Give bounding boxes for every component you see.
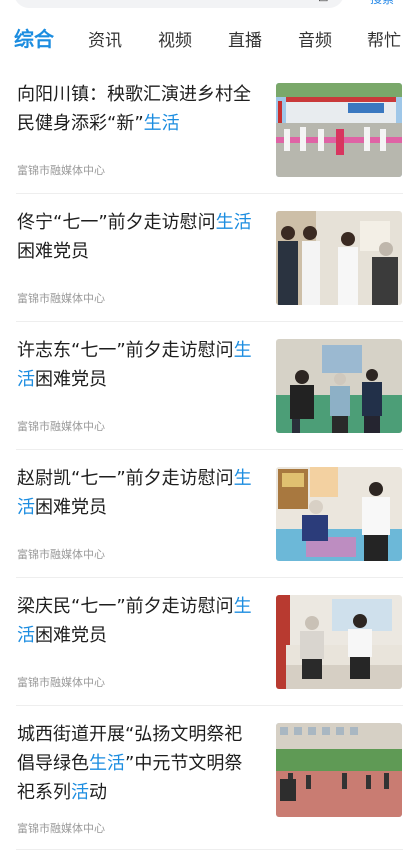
- news-title[interactable]: 梁庆民“七一”前夕走访慰问生活困难党员: [17, 592, 257, 650]
- title-keyword: 生活: [143, 113, 180, 134]
- news-title[interactable]: 向阳川镇：秧歌汇演进乡村全民健身添彩“新”生活: [17, 80, 257, 138]
- news-source: 富锦市融媒体中心: [17, 164, 105, 177]
- title-text: 困难党员: [35, 369, 107, 390]
- news-item[interactable]: 梁庆民“七一”前夕走访慰问生活困难党员 富锦市融媒体中心: [0, 578, 419, 706]
- search-button[interactable]: 搜索: [370, 0, 394, 5]
- news-item[interactable]: 城西街道开展“弘扬文明祭祀倡导绿色生活”中元节文明祭祀系列活动 富锦市融媒体中心: [0, 706, 419, 850]
- news-title[interactable]: 佟宁“七一”前夕走访慰问生活困难党员: [17, 208, 257, 266]
- search-input[interactable]: [14, 0, 344, 8]
- search-bar-area: ▭ 搜索: [0, 0, 419, 14]
- title-text: 赵尉凯“七一”前夕走访慰问: [17, 468, 234, 489]
- news-source: 富锦市融媒体中心: [17, 548, 105, 561]
- title-keyword: 生活: [215, 212, 252, 233]
- news-thumbnail[interactable]: [276, 467, 402, 561]
- news-source: 富锦市融媒体中心: [17, 420, 105, 433]
- news-thumbnail[interactable]: [276, 723, 402, 817]
- tab-news[interactable]: 资讯: [88, 28, 122, 54]
- title-text: 困难党员: [35, 497, 107, 518]
- news-source: 富锦市融媒体中心: [17, 822, 105, 835]
- news-item[interactable]: 赵尉凯“七一”前夕走访慰问生活困难党员 富锦市融媒体中心: [0, 450, 419, 578]
- channel-tabs: 综合 资讯 视频 直播 音频 帮忙: [0, 22, 419, 62]
- tab-live[interactable]: 直播: [228, 28, 262, 54]
- title-keyword: 生活: [89, 753, 125, 774]
- news-title[interactable]: 城西街道开展“弘扬文明祭祀倡导绿色生活”中元节文明祭祀系列活动: [17, 720, 257, 807]
- tab-audio[interactable]: 音频: [298, 28, 332, 54]
- title-text: 向阳川镇：秧歌汇演进乡村全民健身添彩“新”: [17, 84, 251, 134]
- news-title[interactable]: 赵尉凯“七一”前夕走访慰问生活困难党员: [17, 464, 257, 522]
- scan-icon[interactable]: ▭: [318, 0, 332, 4]
- title-text: 佟宁“七一”前夕走访慰问: [17, 212, 216, 233]
- news-source: 富锦市融媒体中心: [17, 292, 105, 305]
- title-text: 困难党员: [35, 625, 107, 646]
- news-item[interactable]: 佟宁“七一”前夕走访慰问生活困难党员 富锦市融媒体中心: [0, 194, 419, 322]
- tab-help[interactable]: 帮忙: [367, 28, 401, 54]
- tab-video[interactable]: 视频: [158, 28, 192, 54]
- news-title[interactable]: 许志东“七一”前夕走访慰问生活困难党员: [17, 336, 257, 394]
- news-thumbnail[interactable]: [276, 211, 402, 305]
- tab-comprehensive[interactable]: 综合: [14, 26, 54, 52]
- news-thumbnail[interactable]: [276, 83, 402, 177]
- title-text: 许志东“七一”前夕走访慰问: [17, 340, 234, 361]
- title-text: 梁庆民“七一”前夕走访慰问: [17, 596, 234, 617]
- title-text: 困难党员: [17, 241, 89, 262]
- news-source: 富锦市融媒体中心: [17, 676, 105, 689]
- title-text: 动: [89, 782, 107, 803]
- news-item[interactable]: 许志东“七一”前夕走访慰问生活困难党员 富锦市融媒体中心: [0, 322, 419, 450]
- news-thumbnail[interactable]: [276, 339, 402, 433]
- news-thumbnail[interactable]: [276, 595, 402, 689]
- title-keyword: 活: [71, 782, 89, 803]
- news-item[interactable]: 向阳川镇：秧歌汇演进乡村全民健身添彩“新”生活 富锦市融媒体中心: [0, 66, 419, 194]
